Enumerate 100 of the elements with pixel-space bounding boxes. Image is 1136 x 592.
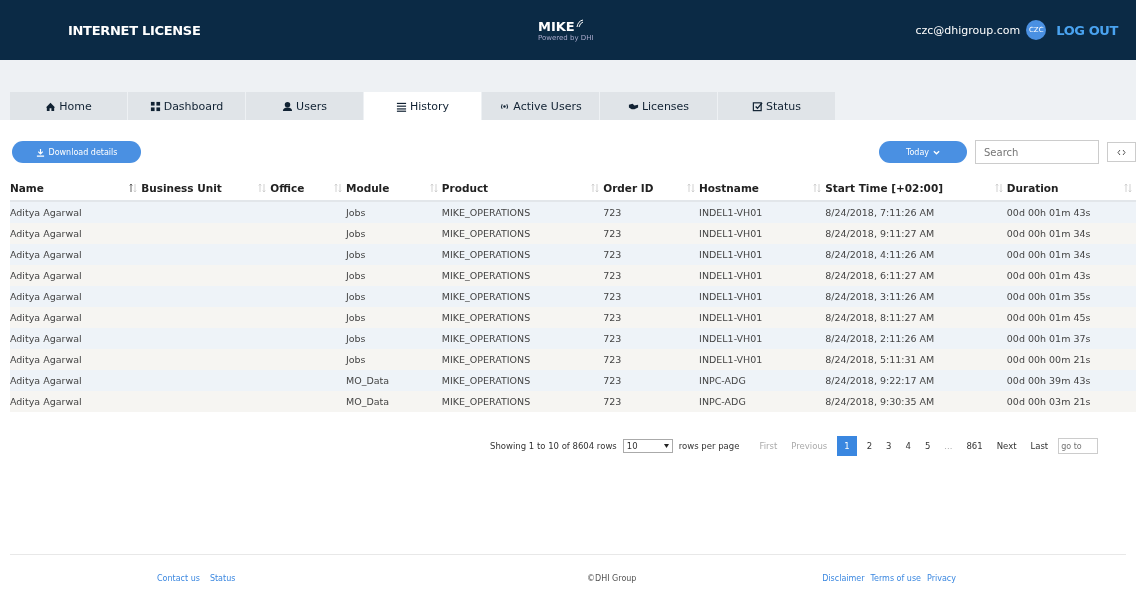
table-cell: 8/24/2018, 9:30:35 AM xyxy=(825,396,935,407)
footer-link[interactable]: Privacy xyxy=(927,574,956,583)
table-cell: MIKE_OPERATIONS xyxy=(441,249,531,260)
column-header[interactable]: Product xyxy=(441,182,489,194)
table-cell: MIKE_OPERATIONS xyxy=(441,312,531,323)
table-cell: 8/24/2018, 3:11:26 AM xyxy=(825,291,935,302)
nav-tab[interactable]: Status xyxy=(718,92,835,120)
nav-tab[interactable]: Home xyxy=(10,92,127,120)
list-icon xyxy=(395,100,407,112)
toggle-button[interactable] xyxy=(1107,142,1136,162)
table-cell: 8/24/2018, 7:11:26 AM xyxy=(825,207,935,218)
table-cell: INPC-ADG xyxy=(699,396,746,407)
table-cell: Aditya Agarwal xyxy=(10,270,82,281)
table-cell: Aditya Agarwal xyxy=(10,375,82,386)
table-cell: INDEL1-VH01 xyxy=(699,333,763,344)
table-cell: MO_Data xyxy=(345,396,390,407)
nav-tab[interactable]: Users xyxy=(246,92,363,120)
rows-summary: Showing 1 to 10 of 8604 rows xyxy=(490,441,617,451)
table-cell: MIKE_OPERATIONS xyxy=(441,375,531,386)
table-cell: INDEL1-VH01 xyxy=(699,249,763,260)
table-cell: Aditya Agarwal xyxy=(10,228,82,239)
column-header[interactable]: Office xyxy=(270,182,305,194)
column-header[interactable]: Duration xyxy=(1006,182,1059,194)
column-header[interactable]: Name xyxy=(10,182,44,194)
sort-icon[interactable] xyxy=(1124,183,1132,193)
table-cell: 723 xyxy=(603,333,622,344)
table-cell: 00d 00h 01m 45s xyxy=(1006,312,1091,323)
table-cell: INDEL1-VH01 xyxy=(699,312,763,323)
page-link[interactable]: Last xyxy=(1026,438,1053,454)
table-cell: 00d 00h 01m 34s xyxy=(1006,228,1091,239)
column-header[interactable]: Business Unit xyxy=(141,182,222,194)
table-cell: Aditya Agarwal xyxy=(10,291,82,302)
footer-link[interactable]: Contact us xyxy=(157,574,200,583)
table-cell: MO_Data xyxy=(345,375,390,386)
column-header[interactable]: Hostname xyxy=(699,182,759,194)
table-cell: 8/24/2018, 9:22:17 AM xyxy=(825,375,935,386)
page-link[interactable]: 3 xyxy=(882,438,896,454)
footer-link[interactable]: Disclaimer xyxy=(822,574,865,583)
table-cell: 8/24/2018, 2:11:26 AM xyxy=(825,333,935,344)
table-cell: 723 xyxy=(603,354,622,365)
table-cell: MIKE_OPERATIONS xyxy=(441,228,531,239)
page-link[interactable]: 2 xyxy=(862,438,877,454)
table-cell: 00d 00h 01m 37s xyxy=(1006,333,1091,344)
table-cell: 00d 00h 01m 34s xyxy=(1006,249,1091,260)
rows-per-page-label: rows per page xyxy=(678,441,740,451)
nav-tab[interactable]: Licenses xyxy=(600,92,717,120)
page-link[interactable]: 5 xyxy=(920,438,935,454)
checkbox-icon xyxy=(751,100,763,112)
sort-icon[interactable] xyxy=(813,183,822,193)
app-title: INTERNET LICENSE xyxy=(68,22,202,38)
table-cell: 00d 00h 39m 43s xyxy=(1006,375,1091,386)
nav-tab[interactable]: Active Users xyxy=(482,92,599,120)
table-cell: Jobs xyxy=(345,249,366,260)
sort-icon[interactable] xyxy=(994,183,1003,193)
table-cell: Jobs xyxy=(345,312,366,323)
footer-link[interactable]: Terms of use xyxy=(870,574,922,583)
table-cell: 8/24/2018, 6:11:27 AM xyxy=(825,270,935,281)
table-cell: Jobs xyxy=(345,228,366,239)
page-link[interactable]: 861 xyxy=(962,438,987,454)
sort-icon[interactable] xyxy=(429,183,438,193)
sort-icon[interactable] xyxy=(687,183,696,193)
table-cell: MIKE_OPERATIONS xyxy=(441,207,531,218)
user-email: czc@dhigroup.com xyxy=(915,23,1021,37)
table-cell: INDEL1-VH01 xyxy=(699,291,763,302)
search-field[interactable]: Search xyxy=(975,140,1099,164)
table-cell: Jobs xyxy=(345,270,366,281)
table-cell: 8/24/2018, 4:11:26 AM xyxy=(825,249,935,260)
sort-icon[interactable] xyxy=(129,183,138,193)
table-cell: 723 xyxy=(603,249,622,260)
table-cell: Jobs xyxy=(345,291,366,302)
user-icon xyxy=(282,100,294,112)
table-cell: MIKE_OPERATIONS xyxy=(441,333,531,344)
column-header[interactable]: Start Time [+02:00] xyxy=(825,182,943,194)
page-link[interactable]: Next xyxy=(992,438,1021,454)
table-cell: Aditya Agarwal xyxy=(10,207,82,218)
sort-icon[interactable] xyxy=(333,183,342,193)
table-cell: 00d 00h 03m 21s xyxy=(1006,396,1091,407)
chevron-down-icon xyxy=(933,148,941,156)
table-cell: Aditya Agarwal xyxy=(10,333,82,344)
table-cell: 723 xyxy=(603,228,622,239)
table-cell: INDEL1-VH01 xyxy=(699,354,763,365)
logout-link[interactable]: LOG OUT xyxy=(1056,22,1118,38)
goto-field[interactable]: go to xyxy=(1058,438,1099,454)
column-header[interactable]: Order ID xyxy=(603,182,654,194)
table-cell: 00d 00h 01m 43s xyxy=(1006,270,1091,281)
table-cell: INDEL1-VH01 xyxy=(699,207,763,218)
nav-tab[interactable]: History xyxy=(364,92,481,120)
table-cell: 00d 00h 00m 21s xyxy=(1006,354,1091,365)
column-header[interactable]: Module xyxy=(345,182,390,194)
page-size-select[interactable]: 10 xyxy=(622,439,673,453)
page-link[interactable]: 1 xyxy=(837,436,857,456)
table-cell: Aditya Agarwal xyxy=(10,396,82,407)
page-link[interactable]: 4 xyxy=(901,438,915,454)
table-cell: Aditya Agarwal xyxy=(10,354,82,365)
code-icon xyxy=(1117,148,1126,156)
home-icon xyxy=(45,100,57,112)
nav-tab[interactable]: Dashboard xyxy=(128,92,245,120)
sort-icon[interactable] xyxy=(591,183,600,193)
sort-icon[interactable] xyxy=(258,183,267,193)
footer-link[interactable]: Status xyxy=(209,574,236,583)
